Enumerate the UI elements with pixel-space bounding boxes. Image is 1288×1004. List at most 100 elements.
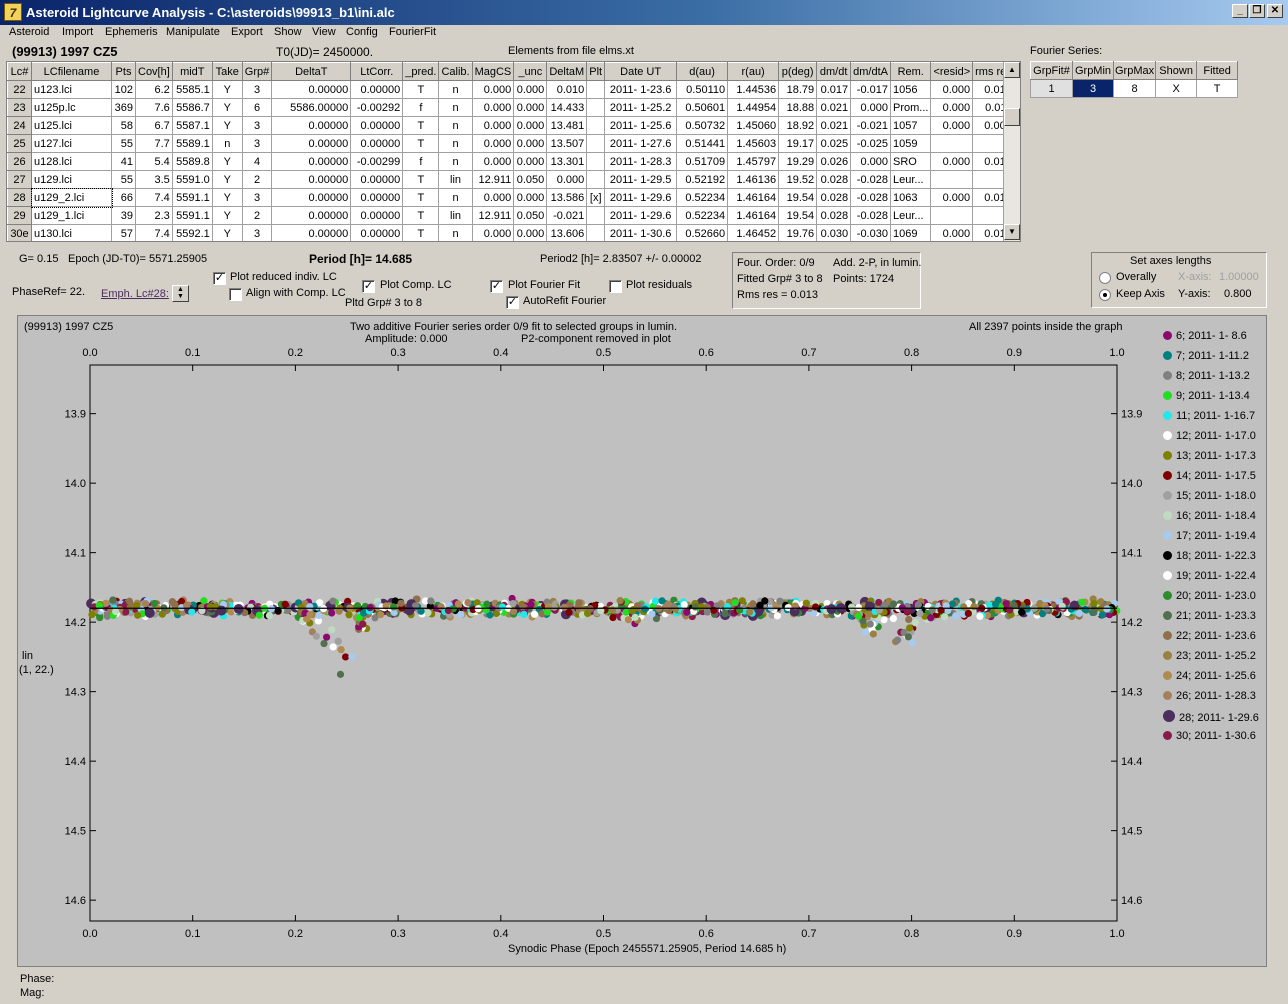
data-point [109, 596, 117, 604]
data-point [144, 607, 155, 618]
data-point [519, 602, 527, 611]
data-point [206, 603, 214, 611]
legend-dot [1163, 591, 1172, 600]
legend-label: 9; 2011- 1-13.4 [1176, 390, 1250, 402]
data-point [889, 600, 898, 608]
data-point [905, 624, 914, 632]
x-tick-label-bottom: 1.0 [1109, 928, 1124, 940]
x-tick-label-top: 0.3 [390, 347, 405, 359]
plot-frame [89, 364, 1118, 922]
data-point [337, 646, 345, 654]
legend-dot [1163, 391, 1172, 400]
data-point [866, 620, 874, 628]
data-point [112, 607, 120, 616]
data-point [334, 637, 342, 645]
data-point [631, 613, 639, 621]
legend-item: 13; 2011- 1-17.3 [1163, 450, 1256, 462]
y-tick-label-right: 14.0 [1121, 478, 1142, 490]
data-point [1075, 609, 1083, 618]
data-point [723, 603, 731, 611]
legend-dot [1163, 611, 1172, 620]
y-tick-label-left: 14.3 [65, 687, 86, 699]
x-tick-label-bottom: 0.7 [801, 928, 816, 940]
data-point [680, 601, 688, 609]
data-point [648, 610, 656, 618]
x-tick-label-bottom: 0.3 [390, 928, 405, 940]
legend-label: 13; 2011- 1-17.3 [1176, 450, 1256, 462]
y-tick-label-left: 14.4 [65, 756, 86, 768]
y-tick-label-left: 14.2 [65, 617, 86, 629]
data-point [905, 615, 913, 624]
data-point [312, 632, 321, 640]
data-point [749, 600, 757, 608]
data-point [904, 633, 912, 641]
data-point [329, 643, 337, 651]
data-point [509, 600, 517, 608]
legend-item: 15; 2011- 1-18.0 [1163, 490, 1256, 502]
legend-label: 14; 2011- 1-17.5 [1176, 470, 1256, 482]
x-tick-label-top: 0.5 [596, 347, 611, 359]
legend-dot [1163, 531, 1172, 540]
data-point [889, 614, 897, 623]
data-point [662, 603, 670, 611]
data-point [527, 601, 535, 609]
legend-label: 30; 2011- 1-30.6 [1176, 730, 1256, 742]
data-point [306, 611, 314, 619]
legend-dot [1163, 331, 1172, 340]
data-point [1018, 608, 1026, 616]
x-tick-label-bottom: 0.9 [1007, 928, 1022, 940]
legend-item: 8; 2011- 1-13.2 [1163, 370, 1250, 382]
data-point [359, 620, 367, 628]
data-point [345, 611, 353, 619]
x-tick-label-top: 0.0 [82, 347, 97, 359]
data-point [464, 598, 472, 607]
data-point [964, 609, 972, 618]
legend-item: 9; 2011- 1-13.4 [1163, 390, 1250, 402]
data-point [948, 600, 957, 608]
legend-item: 14; 2011- 1-17.5 [1163, 470, 1256, 482]
legend-dot [1163, 511, 1172, 520]
legend-item: 24; 2011- 1-25.6 [1163, 670, 1256, 682]
data-point [150, 599, 158, 608]
legend-dot [1163, 471, 1172, 480]
legend-dot [1163, 451, 1172, 460]
legend-item: 26; 2011- 1-28.3 [1163, 690, 1256, 702]
data-point [427, 597, 435, 605]
data-point [188, 608, 196, 616]
x-tick-label-bottom: 0.5 [596, 928, 611, 940]
data-point [875, 606, 883, 614]
legend-item: 7; 2011- 1-11.2 [1163, 350, 1249, 362]
data-point [329, 597, 337, 605]
data-point [377, 611, 385, 619]
legend-item: 12; 2011- 1-17.0 [1163, 430, 1256, 442]
data-point [530, 610, 539, 618]
y-tick-label-left: 14.6 [65, 895, 86, 907]
legend-dot [1163, 691, 1172, 700]
data-point [1090, 605, 1099, 614]
legend-item: 23; 2011- 1-25.2 [1163, 650, 1256, 662]
data-point [437, 603, 445, 611]
data-point [916, 609, 924, 618]
data-point [320, 639, 328, 648]
data-point [565, 608, 573, 617]
legend-label: 12; 2011- 1-17.0 [1176, 430, 1256, 442]
legend-item: 28; 2011- 1-29.6 [1163, 710, 1259, 724]
x-tick-label-bottom: 0.8 [904, 928, 919, 940]
data-point [683, 608, 691, 616]
legend-label: 8; 2011- 1-13.2 [1176, 370, 1250, 382]
data-point [970, 602, 978, 611]
legend-dot [1163, 411, 1172, 420]
data-point [397, 599, 405, 607]
lightcurve-plot[interactable]: 0.0 0.0 0.1 0.1 0.2 0.2 0.3 0.3 0.4 0.4 0.5 0.5 0.6 0… [0, 0, 1288, 1004]
data-point [928, 606, 936, 614]
legend-item: 19; 2011- 1-22.4 [1163, 570, 1256, 582]
data-point [608, 606, 617, 614]
data-point [322, 633, 331, 641]
x-tick-label-top: 0.8 [904, 347, 919, 359]
legend-dot [1163, 371, 1172, 380]
y-tick-label-left: 14.1 [65, 548, 86, 560]
data-point [651, 597, 660, 605]
data-point [544, 602, 552, 611]
data-point [1081, 605, 1089, 613]
data-point [336, 670, 345, 678]
